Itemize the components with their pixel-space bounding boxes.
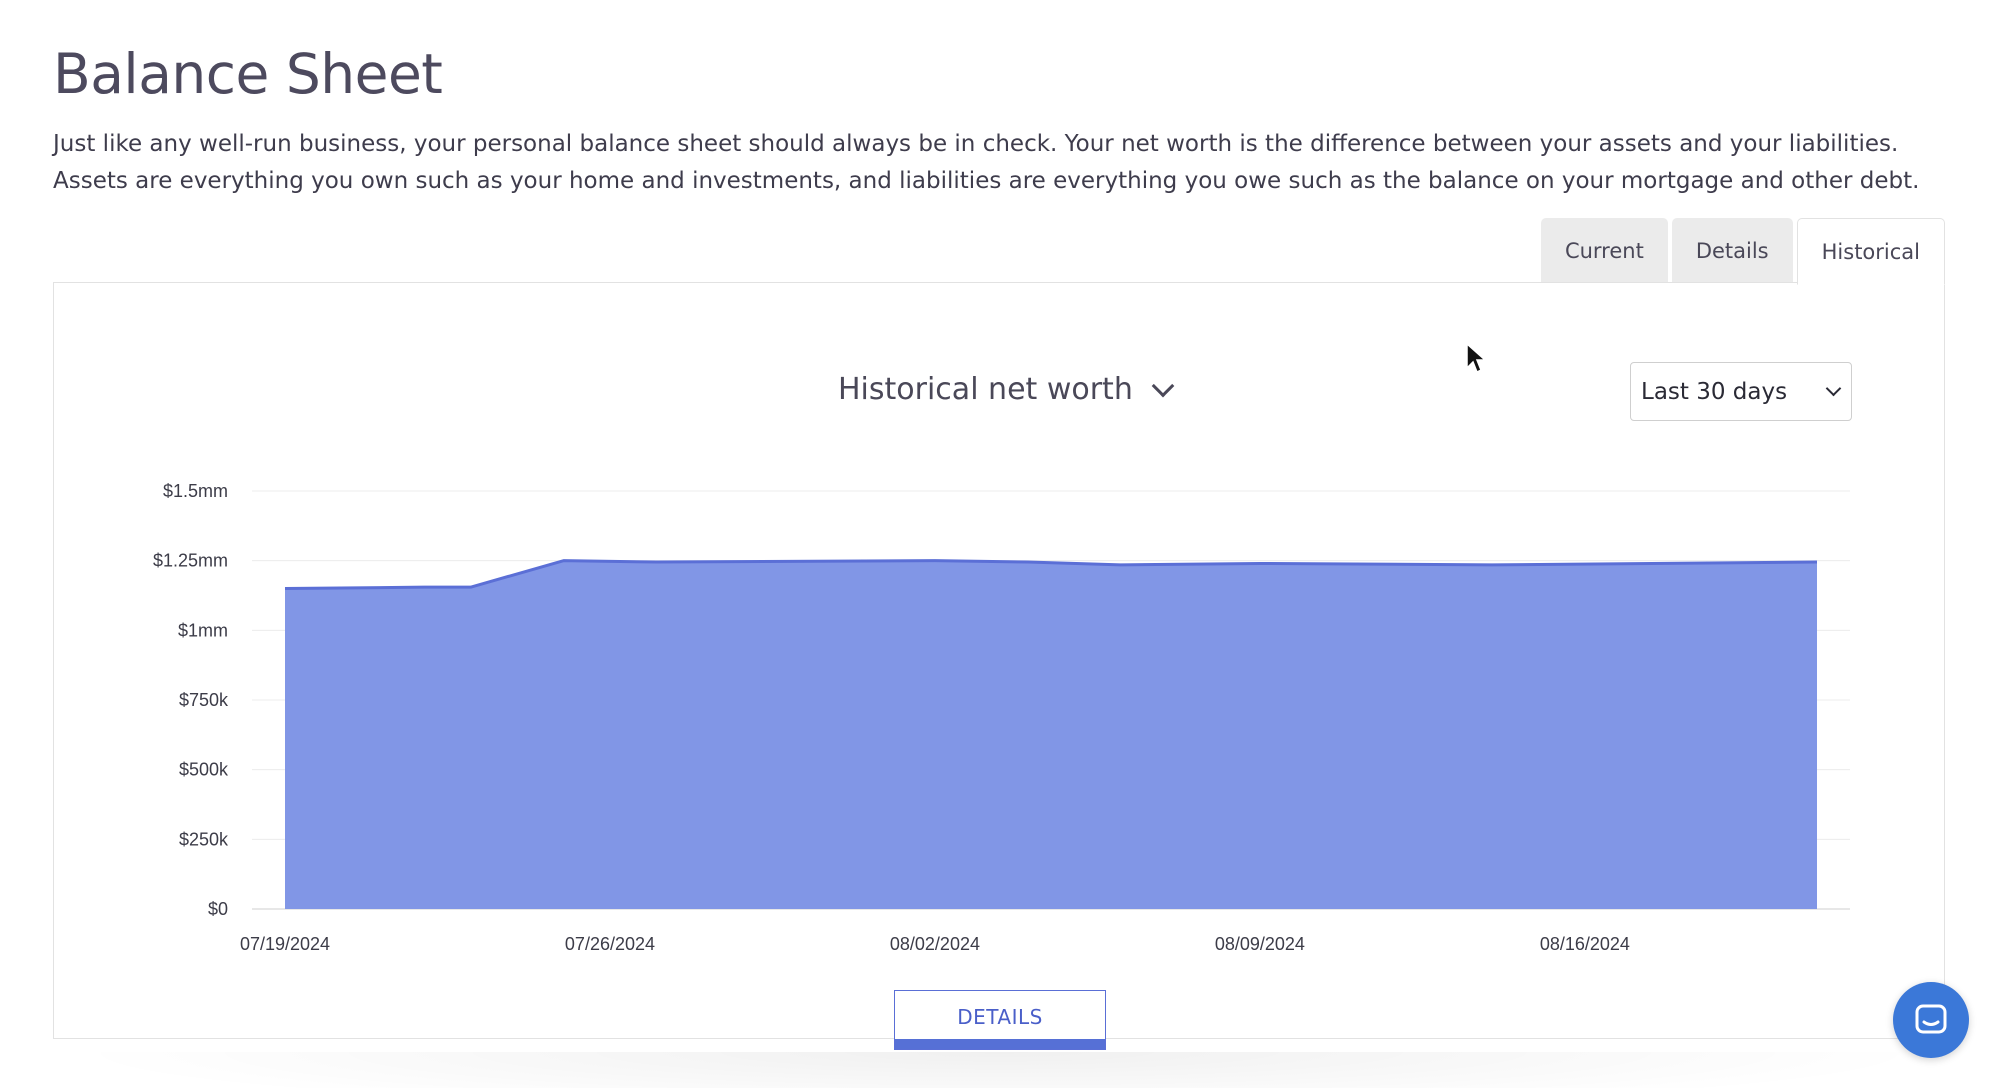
balance-sheet-page: Balance Sheet Just like any well-run bus… — [0, 0, 2000, 1088]
details-button[interactable]: DETAILS — [894, 990, 1106, 1050]
tab-details[interactable]: Details — [1671, 218, 1793, 284]
chat-icon — [1915, 1004, 1947, 1034]
date-range-value: Last 30 days — [1641, 378, 1788, 405]
chart-title: Historical net worth — [838, 372, 1133, 407]
chat-launcher-button[interactable] — [1893, 982, 1969, 1058]
view-tabs: Current Details Historical — [1540, 218, 1945, 285]
chevron-down-icon — [1151, 374, 1175, 397]
tab-historical[interactable]: Historical — [1796, 218, 1945, 285]
mouse-cursor-icon — [1466, 342, 1487, 374]
page-title: Balance Sheet — [53, 42, 443, 106]
bottom-shadow — [60, 1052, 1940, 1088]
chart-type-dropdown[interactable]: Historical net worth — [838, 372, 1175, 407]
chevron-down-icon — [1825, 380, 1842, 397]
tab-current[interactable]: Current — [1540, 218, 1668, 284]
page-intro: Just like any well-run business, your pe… — [53, 131, 1920, 194]
date-range-select[interactable]: Last 30 days — [1630, 362, 1852, 421]
